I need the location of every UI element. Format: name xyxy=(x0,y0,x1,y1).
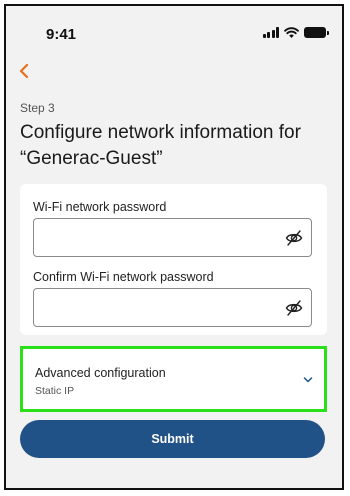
submit-button[interactable]: Submit xyxy=(20,420,325,458)
eye-off-icon[interactable] xyxy=(285,229,303,247)
battery-icon xyxy=(304,27,329,38)
status-bar: 9:41 xyxy=(6,6,342,56)
password-field[interactable] xyxy=(33,218,312,257)
advanced-configuration-title: Advanced configuration xyxy=(35,366,166,380)
password-label: Wi-Fi network password xyxy=(33,200,167,214)
confirm-password-field[interactable] xyxy=(33,288,312,327)
eye-off-icon[interactable] xyxy=(285,299,303,317)
advanced-configuration-value: Static IP xyxy=(35,385,75,397)
cellular-signal-icon xyxy=(262,27,279,38)
back-button[interactable] xyxy=(12,58,38,84)
wifi-icon xyxy=(284,27,299,38)
advanced-configuration-dropdown[interactable]: Advanced configuration Static IP xyxy=(20,346,327,412)
phone-screen: 9:41 Step 3 Configure network informatio… xyxy=(4,4,344,490)
status-icons xyxy=(262,27,329,38)
status-time: 9:41 xyxy=(46,26,77,43)
password-card: Wi-Fi network password Confirm Wi-Fi net… xyxy=(20,184,327,335)
chevron-left-icon xyxy=(19,63,29,79)
page-title: Configure network information for “Gener… xyxy=(20,122,301,169)
step-label: Step 3 xyxy=(20,101,55,115)
confirm-password-label: Confirm Wi-Fi network password xyxy=(33,270,214,284)
chevron-down-icon xyxy=(303,377,313,383)
